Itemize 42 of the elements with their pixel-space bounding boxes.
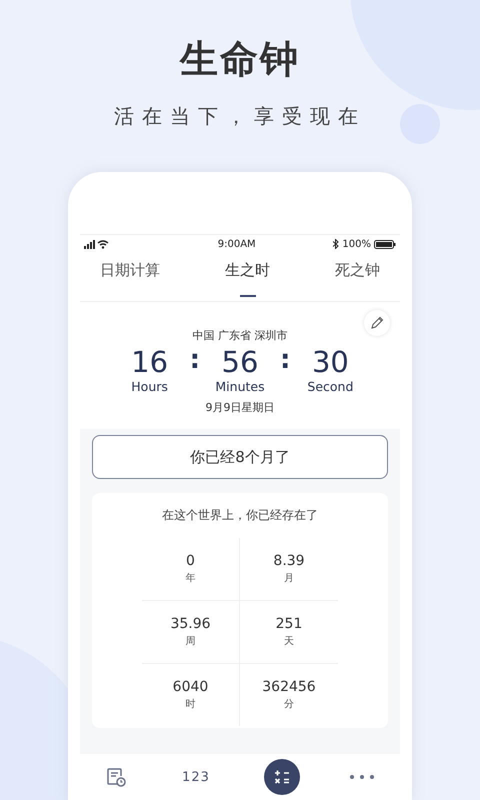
edit-button[interactable] (364, 310, 390, 336)
stat-value: 251 (276, 616, 302, 632)
stats-title: 在这个世界上，你已经存在了 (161, 507, 319, 524)
stat-unit: 月 (284, 572, 294, 585)
bluetooth-icon (333, 239, 340, 249)
stat-unit: 天 (284, 635, 294, 648)
calculator-icon (274, 769, 290, 785)
date-text: 9月9日星期日 (206, 400, 274, 415)
battery-icon (374, 240, 396, 248)
battery-percent: 100% (342, 238, 371, 250)
time-separator: : (280, 345, 290, 375)
stat-unit: 时 (186, 698, 196, 711)
tab[interactable]: 生之时 (211, 253, 284, 301)
time-value: 30 (312, 345, 349, 379)
pencil-icon (370, 316, 384, 330)
stat-unit: 分 (284, 698, 294, 711)
stat-unit: 年 (186, 572, 196, 585)
stat-value: 6040 (172, 679, 208, 695)
stat-value: 35.96 (170, 616, 211, 632)
time-value: 56 (222, 345, 258, 379)
time-unit-label: Second (307, 379, 354, 394)
signal-icon (84, 240, 110, 248)
nav-label[interactable]: 123 (176, 768, 216, 786)
stat-value: 0 (186, 553, 195, 569)
tab[interactable]: 死之钟 (321, 253, 394, 301)
tab[interactable]: 日期计算 (86, 253, 174, 301)
calculator-button[interactable] (264, 759, 300, 795)
time-unit-label: Minutes (215, 379, 265, 394)
more-button[interactable] (348, 773, 376, 781)
age-button[interactable]: 你已经8个月了 (92, 435, 388, 479)
status-time: 9:00AM (218, 238, 256, 250)
stat-value: 8.39 (273, 553, 305, 569)
time-unit-label: Hours (131, 379, 168, 394)
page-title: 生命钟 (180, 36, 300, 83)
stat-unit: 周 (186, 635, 196, 648)
calendar-clock-icon (106, 767, 126, 787)
page-subtitle: 活在当下，享受现在 (114, 103, 366, 130)
time-value: 16 (131, 345, 168, 379)
location-text: 中国 广东省 深圳市 (192, 328, 288, 343)
stat-value: 362456 (262, 679, 316, 695)
more-icon (350, 775, 374, 779)
time-separator: : (190, 345, 200, 375)
